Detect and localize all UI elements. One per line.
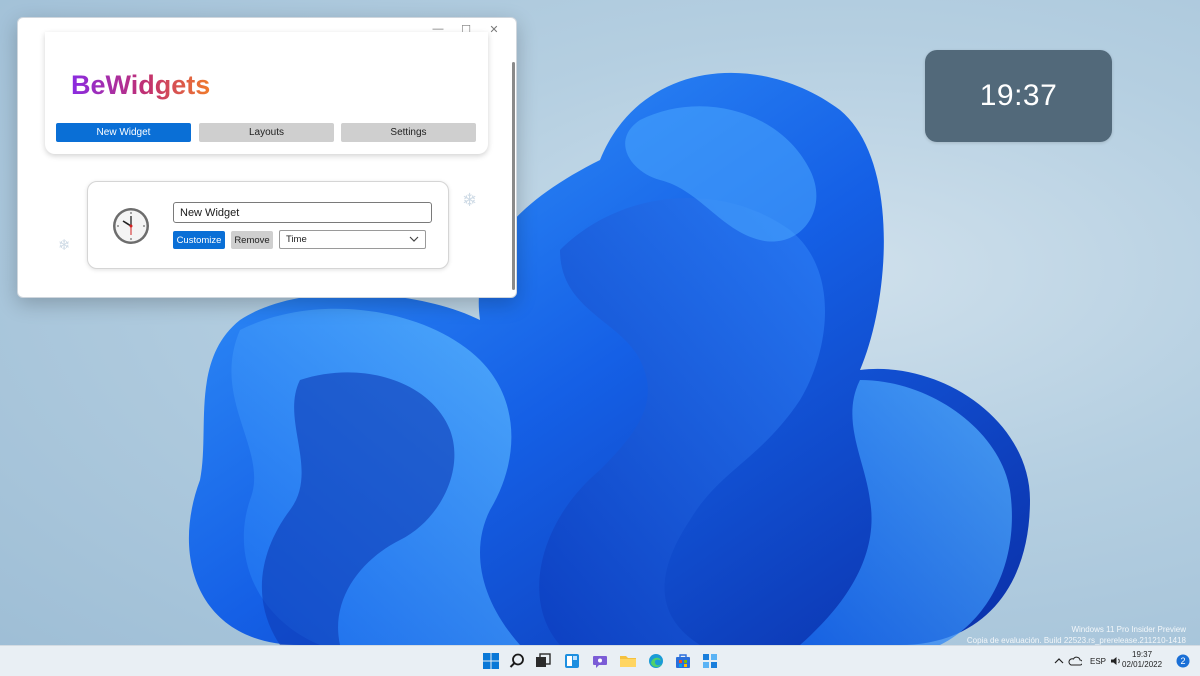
desktop-clock-widget[interactable]: 19:37 bbox=[925, 50, 1112, 142]
widget-type-value: Time bbox=[286, 234, 307, 245]
bewidgets-window: — ☐ ✕ ❄ ❄ BeWidgets New Widget Layouts S… bbox=[17, 17, 517, 298]
tray-clock[interactable]: 19:37 02/01/2022 bbox=[1122, 650, 1162, 670]
volume-icon[interactable] bbox=[1110, 646, 1122, 676]
clock-widget-time: 19:37 bbox=[979, 79, 1058, 112]
customize-button[interactable]: Customize bbox=[173, 231, 225, 249]
scrollbar[interactable] bbox=[512, 62, 515, 290]
onedrive-icon[interactable] bbox=[1068, 646, 1082, 676]
file-explorer-icon[interactable] bbox=[618, 651, 638, 671]
taskbar: ESP 19:37 02/01/2022 2 bbox=[0, 645, 1200, 676]
widgets-icon[interactable] bbox=[562, 651, 582, 671]
widget-name-input[interactable] bbox=[173, 202, 432, 223]
tray-chevron-up-icon[interactable] bbox=[1054, 646, 1064, 676]
chevron-down-icon bbox=[409, 236, 419, 242]
evaluation-watermark: Windows 11 Pro Insider Preview Copia de … bbox=[967, 624, 1186, 646]
language-label: ESP bbox=[1090, 656, 1107, 666]
clock-icon bbox=[113, 208, 149, 244]
store-icon[interactable] bbox=[673, 651, 693, 671]
widget-type-select[interactable]: Time bbox=[279, 230, 426, 249]
start-icon[interactable] bbox=[481, 651, 501, 671]
new-widget-button[interactable]: New Widget bbox=[56, 123, 191, 142]
bewidgets-icon[interactable] bbox=[700, 651, 720, 671]
notification-icon[interactable]: 2 bbox=[1176, 646, 1190, 676]
header-card: BeWidgets New Widget Layouts Settings bbox=[45, 32, 488, 154]
app-logo: BeWidgets bbox=[71, 70, 211, 100]
tray-date: 02/01/2022 bbox=[1122, 660, 1163, 669]
tray-time: 19:37 bbox=[1132, 650, 1153, 659]
snowflake-icon: ❄ bbox=[58, 237, 71, 254]
watermark-line-1: Windows 11 Pro Insider Preview bbox=[1071, 625, 1186, 634]
chat-icon[interactable] bbox=[590, 651, 610, 671]
close-icon: ✕ bbox=[489, 23, 499, 36]
snowflake-icon: ❄ bbox=[462, 190, 478, 210]
widget-card: Customize Remove Time bbox=[87, 181, 449, 269]
settings-button[interactable]: Settings bbox=[341, 123, 476, 142]
layouts-button[interactable]: Layouts bbox=[199, 123, 334, 142]
edge-icon[interactable] bbox=[646, 651, 666, 671]
remove-button[interactable]: Remove bbox=[231, 231, 273, 249]
task-view-icon[interactable] bbox=[533, 651, 553, 671]
search-icon[interactable] bbox=[507, 651, 527, 671]
language-indicator[interactable]: ESP bbox=[1090, 646, 1106, 676]
svg-text:2: 2 bbox=[1180, 656, 1185, 666]
